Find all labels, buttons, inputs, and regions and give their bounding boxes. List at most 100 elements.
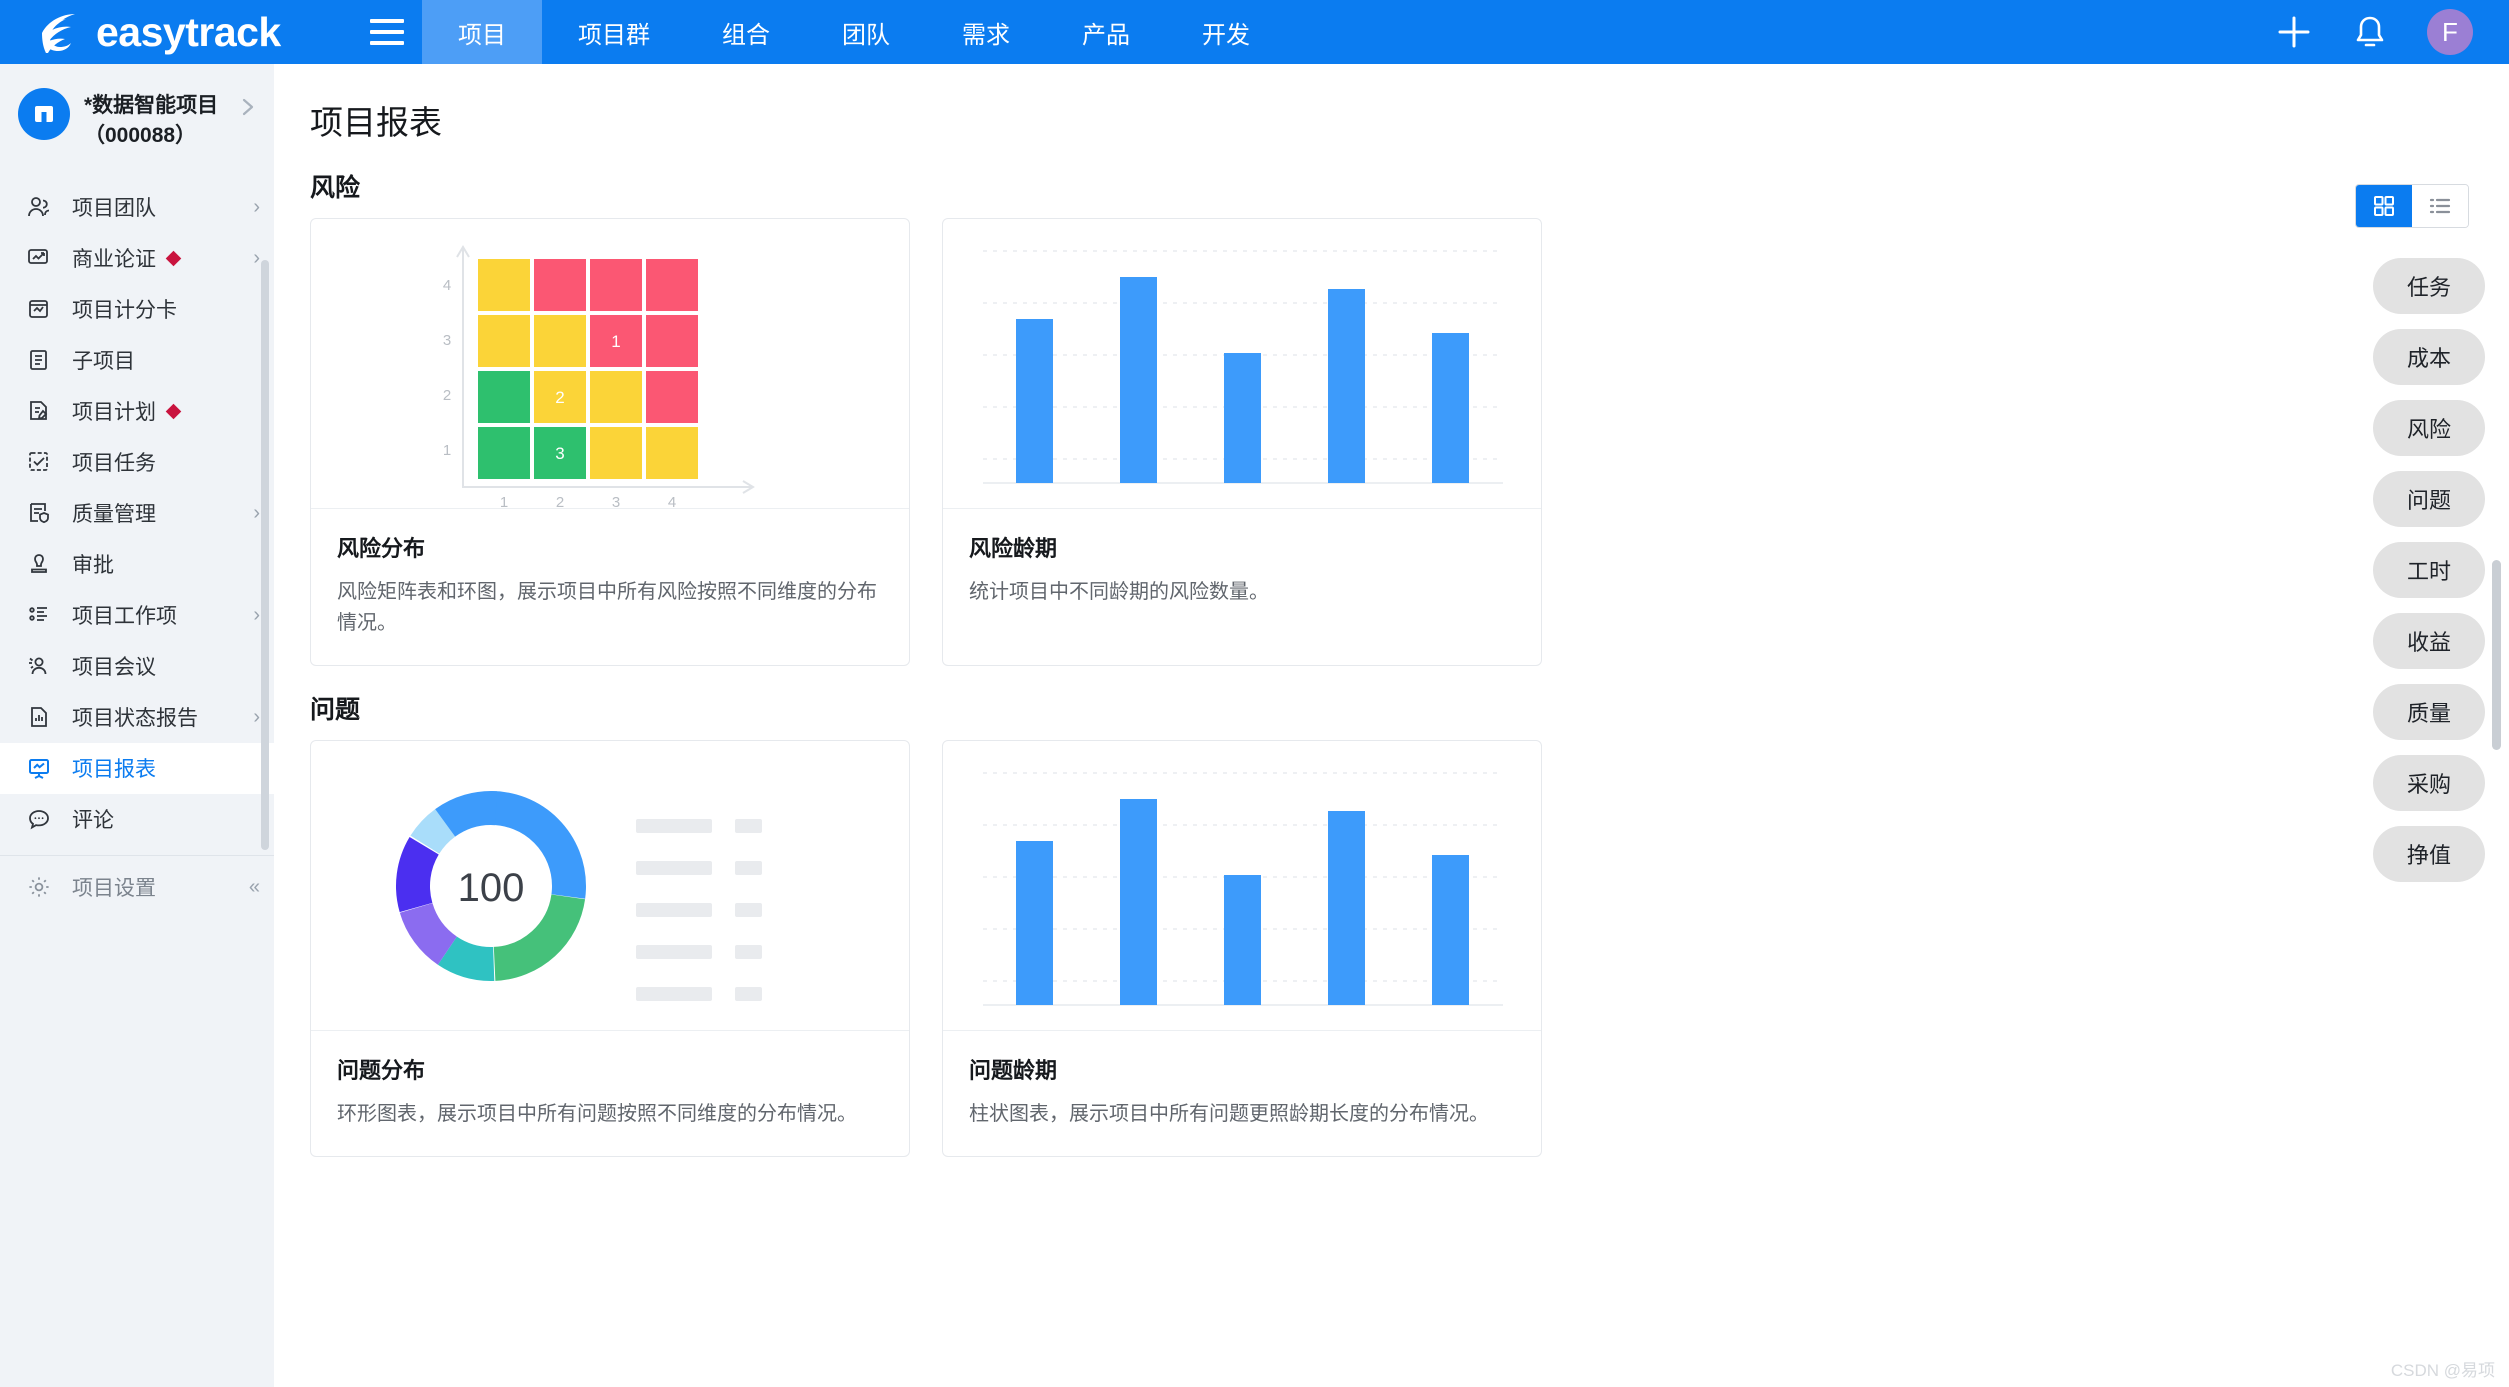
risk-matrix-svg: 4 3 2 1 1 2 3 4 (311, 219, 910, 509)
svg-text:4: 4 (668, 494, 676, 509)
issue-distribution-donut-chart: 100 (311, 741, 909, 1031)
sidebar-item-quality[interactable]: 质量管理 › (0, 488, 274, 539)
sidebar-scrollbar[interactable] (261, 260, 269, 850)
svg-text:3: 3 (443, 332, 451, 349)
topnav-item-5[interactable]: 产品 (1046, 0, 1166, 64)
svg-text:3: 3 (555, 444, 564, 463)
sidebar-item-workitem[interactable]: 项目工作项 › (0, 590, 274, 641)
risk-aging-bar-chart (943, 219, 1541, 509)
project-name: *数据智能项目（000088） (84, 88, 238, 152)
sidebar-item-label: 项目设置 (72, 872, 156, 902)
rail-item-cost[interactable]: 成本 (2373, 329, 2485, 385)
sidebar-item-settings[interactable]: 项目设置 « (0, 862, 274, 913)
sidebar-item-label: 评论 (72, 804, 114, 834)
sidebar-item-approval[interactable]: 审批 (0, 539, 274, 590)
card-body: 问题龄期 柱状图表，展示项目中所有问题更照龄期长度的分布情况。 (943, 1031, 1541, 1156)
project-selector[interactable]: *数据智能项目（000088） (0, 64, 274, 176)
card-title: 风险分布 (337, 531, 883, 563)
section-title-issue: 问题 (310, 690, 2509, 726)
unsaved-dot-icon (166, 251, 182, 267)
sidebar-item-status-report[interactable]: 项目状态报告 › (0, 692, 274, 743)
chevron-right-icon: › (253, 502, 260, 525)
svg-text:1: 1 (443, 442, 451, 459)
plan-icon (26, 398, 56, 424)
card-title: 问题龄期 (969, 1053, 1515, 1085)
chevron-right-icon (238, 88, 260, 123)
right-category-rail: 任务 成本 风险 问题 工时 收益 质量 采购 挣值 (2349, 64, 2509, 1387)
card-row-risk: 4 3 2 1 1 2 3 4 (274, 218, 2509, 666)
card-title: 问题分布 (337, 1053, 883, 1085)
page-title: 项目报表 (274, 64, 2509, 144)
topnav-item-1[interactable]: 项目群 (542, 0, 686, 64)
card-description: 柱状图表，展示项目中所有问题更照龄期长度的分布情况。 (969, 1099, 1515, 1130)
topnav-item-4[interactable]: 需求 (926, 0, 1046, 64)
chevron-right-icon: › (253, 247, 260, 270)
sidebar-item-business-case[interactable]: 商业论证 › (0, 233, 274, 284)
risk-matrix-chart: 4 3 2 1 1 2 3 4 (311, 219, 909, 509)
rail-item-issue[interactable]: 问题 (2373, 471, 2485, 527)
sidebar-item-meeting[interactable]: 项目会议 (0, 641, 274, 692)
sidebar-item-label: 项目团队 (72, 192, 156, 222)
card-body: 问题分布 环形图表，展示项目中所有问题按照不同维度的分布情况。 (311, 1031, 909, 1156)
sidebar-item-comment[interactable]: 评论 (0, 794, 274, 845)
brand-logo[interactable]: easytrack (0, 0, 352, 64)
report-card-issue-aging[interactable]: 问题龄期 柱状图表，展示项目中所有问题更照龄期长度的分布情况。 (942, 740, 1542, 1157)
rail-item-task[interactable]: 任务 (2373, 258, 2485, 314)
hamburger-menu-icon[interactable] (352, 0, 422, 64)
comment-icon (26, 806, 56, 832)
legend-placeholder (636, 819, 762, 1001)
report-card-risk-distribution[interactable]: 4 3 2 1 1 2 3 4 (310, 218, 910, 666)
section-title-risk: 风险 (310, 168, 2509, 204)
sidebar-nav: 项目团队 › 商业论证 › 项目计分卡 (0, 182, 274, 913)
business-case-icon (26, 245, 56, 271)
sidebar-item-team[interactable]: 项目团队 › (0, 182, 274, 233)
left-sidebar: *数据智能项目（000088） 项目团队 › 商业论证 › (0, 64, 274, 1387)
donut-center-label: 100 (458, 866, 525, 910)
sidebar-item-plan[interactable]: 项目计划 (0, 386, 274, 437)
sidebar-item-report[interactable]: 项目报表 (0, 743, 274, 794)
sidebar-item-label: 项目工作项 (72, 600, 177, 630)
issue-aging-bar-chart (943, 741, 1541, 1031)
main-scrollbar[interactable] (2492, 560, 2501, 750)
meeting-icon (26, 653, 56, 679)
rail-item-quality[interactable]: 质量 (2373, 684, 2485, 740)
topnav-item-6[interactable]: 开发 (1166, 0, 1286, 64)
top-bar-actions: F (2275, 0, 2509, 64)
unsaved-dot-icon (166, 404, 182, 420)
team-icon (26, 194, 56, 220)
topnav-item-0[interactable]: 项目 (422, 0, 542, 64)
easytrack-leaf-logo-icon (36, 11, 90, 53)
report-card-issue-distribution[interactable]: 100 问题分布 环形图表，展示项目中所有问题按照不同维度的分布情况。 (310, 740, 910, 1157)
donut-chart-svg: 100 (311, 741, 910, 1031)
rail-item-benefit[interactable]: 收益 (2373, 613, 2485, 669)
card-body: 风险分布 风险矩阵表和环图，展示项目中所有风险按照不同维度的分布情况。 (311, 509, 909, 665)
topnav-item-2[interactable]: 组合 (686, 0, 806, 64)
collapse-left-icon[interactable]: « (249, 876, 260, 899)
card-description: 风险矩阵表和环图，展示项目中所有风险按照不同维度的分布情况。 (337, 577, 883, 639)
card-title: 风险龄期 (969, 531, 1515, 563)
rail-item-procure[interactable]: 采购 (2373, 755, 2485, 811)
rail-item-hours[interactable]: 工时 (2373, 542, 2485, 598)
sidebar-item-task[interactable]: 项目任务 (0, 437, 274, 488)
card-row-issue: 100 问题分布 环形图表，展示项目中所有问题按照不同维度的分布情况。 (274, 740, 2509, 1157)
rail-item-evm[interactable]: 挣值 (2373, 826, 2485, 882)
task-icon (26, 449, 56, 475)
rail-item-risk[interactable]: 风险 (2373, 400, 2485, 456)
status-report-icon (26, 704, 56, 730)
topnav-item-3[interactable]: 团队 (806, 0, 926, 64)
bell-icon[interactable] (2351, 13, 2389, 51)
sidebar-item-scorecard[interactable]: 项目计分卡 (0, 284, 274, 335)
top-navigation: 项目 项目群 组合 团队 需求 产品 开发 (422, 0, 1286, 64)
report-card-risk-aging[interactable]: 风险龄期 统计项目中不同龄期的风险数量。 (942, 218, 1542, 666)
project-avatar-icon (18, 88, 70, 140)
sidebar-item-label: 项目任务 (72, 447, 156, 477)
avatar[interactable]: F (2427, 9, 2473, 55)
svg-text:1: 1 (500, 494, 508, 509)
sidebar-item-label: 项目状态报告 (72, 702, 198, 732)
workitem-icon (26, 602, 56, 628)
sidebar-item-subproject[interactable]: 子项目 (0, 335, 274, 386)
sidebar-item-label: 项目计划 (72, 396, 156, 426)
chevron-right-icon: › (253, 196, 260, 219)
report-chart-icon (26, 755, 56, 781)
plus-icon[interactable] (2275, 13, 2313, 51)
